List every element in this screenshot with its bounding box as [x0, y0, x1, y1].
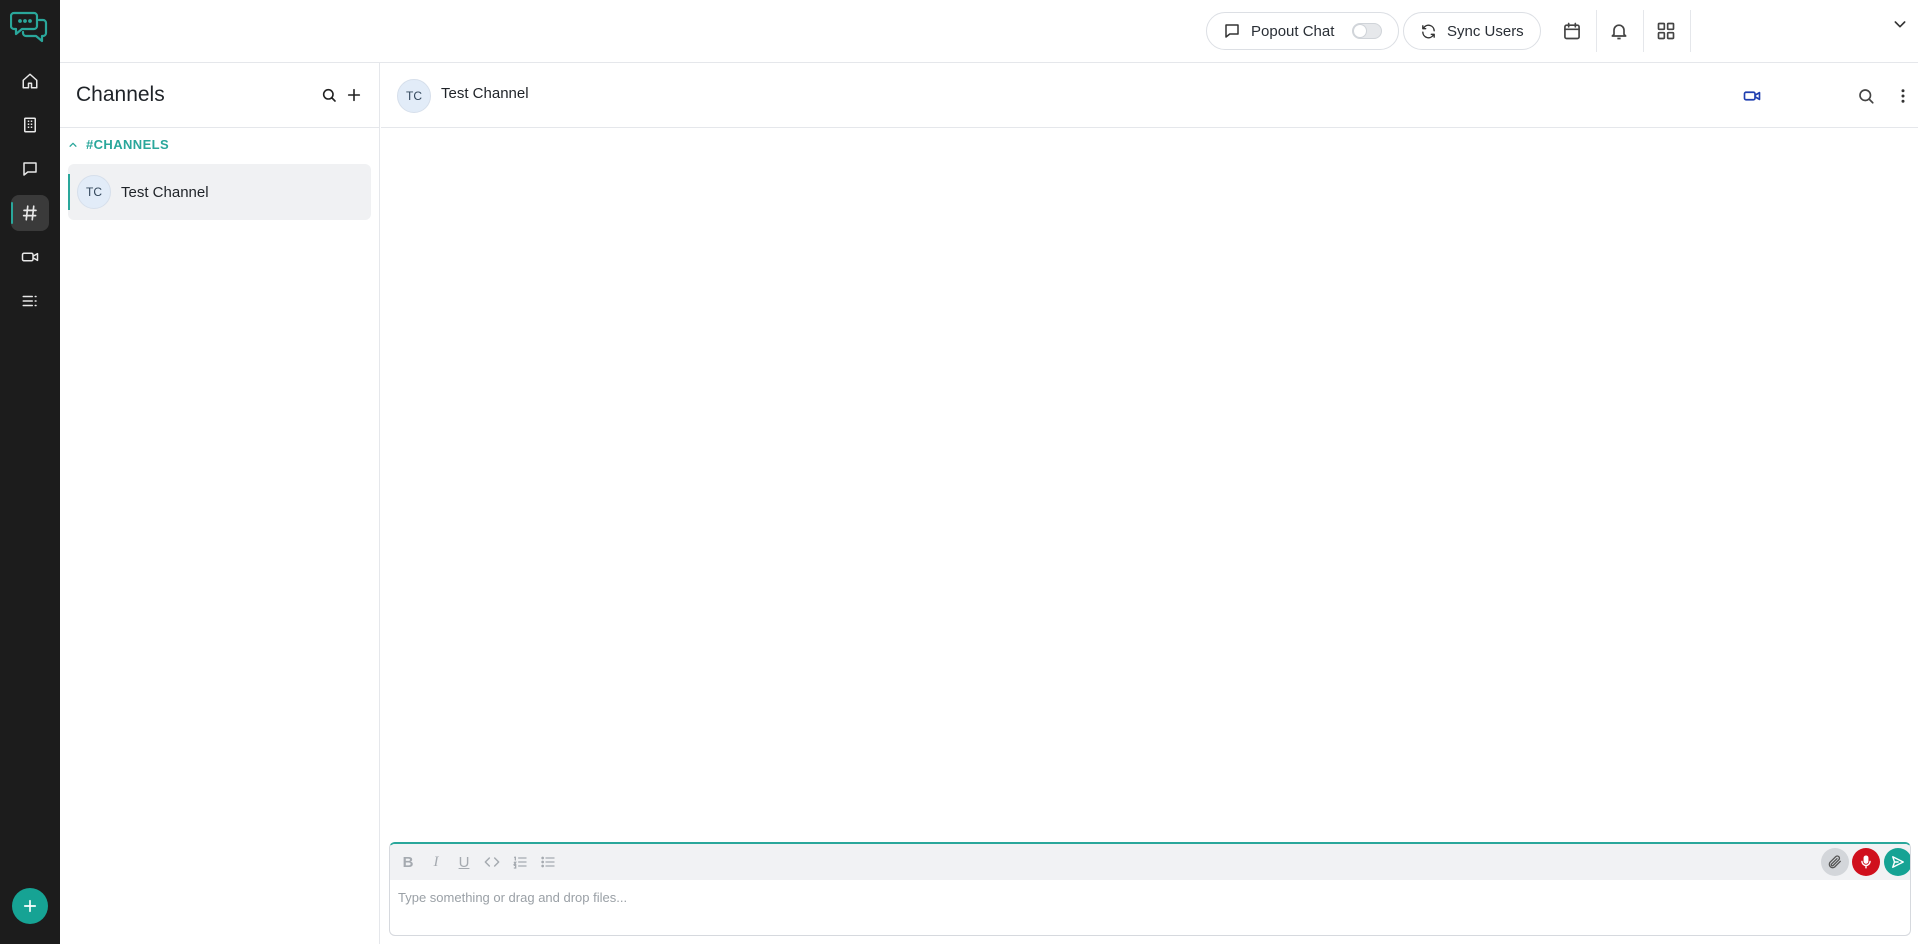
paperclip-icon [1827, 854, 1843, 870]
code-icon[interactable] [480, 850, 504, 874]
record-button[interactable] [1852, 848, 1880, 876]
channels-section-toggle[interactable]: #CHANNELS [68, 137, 169, 152]
video-call-icon[interactable] [1740, 84, 1764, 108]
refresh-icon [1420, 23, 1437, 40]
chevron-up-icon [68, 140, 78, 150]
channels-panel: Channels #CHANNELS TC Test Channel [60, 63, 380, 944]
send-icon [1891, 855, 1905, 869]
popout-chat-label: Popout Chat [1251, 22, 1335, 40]
attach-button[interactable] [1821, 848, 1849, 876]
building-icon[interactable] [11, 107, 49, 143]
search-icon[interactable] [318, 84, 340, 106]
message-icon[interactable] [11, 151, 49, 187]
message-input[interactable]: Type something or drag and drop files... [398, 890, 627, 905]
bell-icon[interactable] [1600, 12, 1638, 50]
bold-icon[interactable]: B [396, 850, 420, 874]
plus-icon[interactable] [343, 84, 365, 106]
list-icon[interactable] [11, 283, 49, 319]
chat-bubbles-logo-icon[interactable] [10, 8, 50, 44]
home-icon[interactable] [11, 63, 49, 99]
divider [1690, 10, 1691, 52]
microphone-icon [1859, 855, 1873, 869]
apps-grid-icon[interactable] [1647, 12, 1685, 50]
popout-chat-toggle[interactable] [1352, 23, 1383, 39]
divider [1596, 10, 1597, 52]
hash-icon[interactable] [11, 195, 49, 231]
calendar-icon[interactable] [1553, 12, 1591, 50]
top-bar: Popout Chat Sync Users [60, 0, 1918, 63]
avatar: TC [397, 79, 431, 113]
chat-title: Test Channel [441, 85, 529, 102]
video-icon[interactable] [11, 239, 49, 275]
add-button[interactable] [12, 888, 48, 924]
more-vertical-icon[interactable] [1891, 84, 1915, 108]
format-toolbar: B I U [390, 844, 1910, 880]
message-composer[interactable]: B I U Type something or drag and drop fi… [389, 842, 1911, 936]
sync-users-label: Sync Users [1447, 22, 1524, 40]
send-button[interactable] [1884, 848, 1910, 876]
chat-main: TC Test Channel B I U Type something or … [381, 63, 1918, 944]
plus-icon [21, 897, 39, 915]
section-label: #CHANNELS [86, 137, 170, 152]
channels-header: Channels [60, 63, 379, 128]
ordered-list-icon[interactable] [508, 850, 532, 874]
app-rail [0, 0, 60, 944]
channels-title: Channels [76, 83, 165, 106]
underline-icon[interactable]: U [452, 850, 476, 874]
chat-header: TC Test Channel [381, 63, 1918, 128]
channel-name: Test Channel [121, 183, 209, 201]
popout-chat-button[interactable]: Popout Chat [1206, 12, 1400, 50]
divider [1643, 10, 1644, 52]
italic-icon[interactable]: I [424, 850, 448, 874]
sync-users-button[interactable]: Sync Users [1403, 12, 1541, 50]
search-icon[interactable] [1854, 84, 1878, 108]
channel-item[interactable]: TC Test Channel [68, 164, 371, 220]
chevron-down-icon[interactable] [1881, 5, 1918, 43]
bullet-list-icon[interactable] [536, 850, 560, 874]
avatar: TC [77, 175, 111, 209]
message-square-icon [1223, 22, 1241, 40]
